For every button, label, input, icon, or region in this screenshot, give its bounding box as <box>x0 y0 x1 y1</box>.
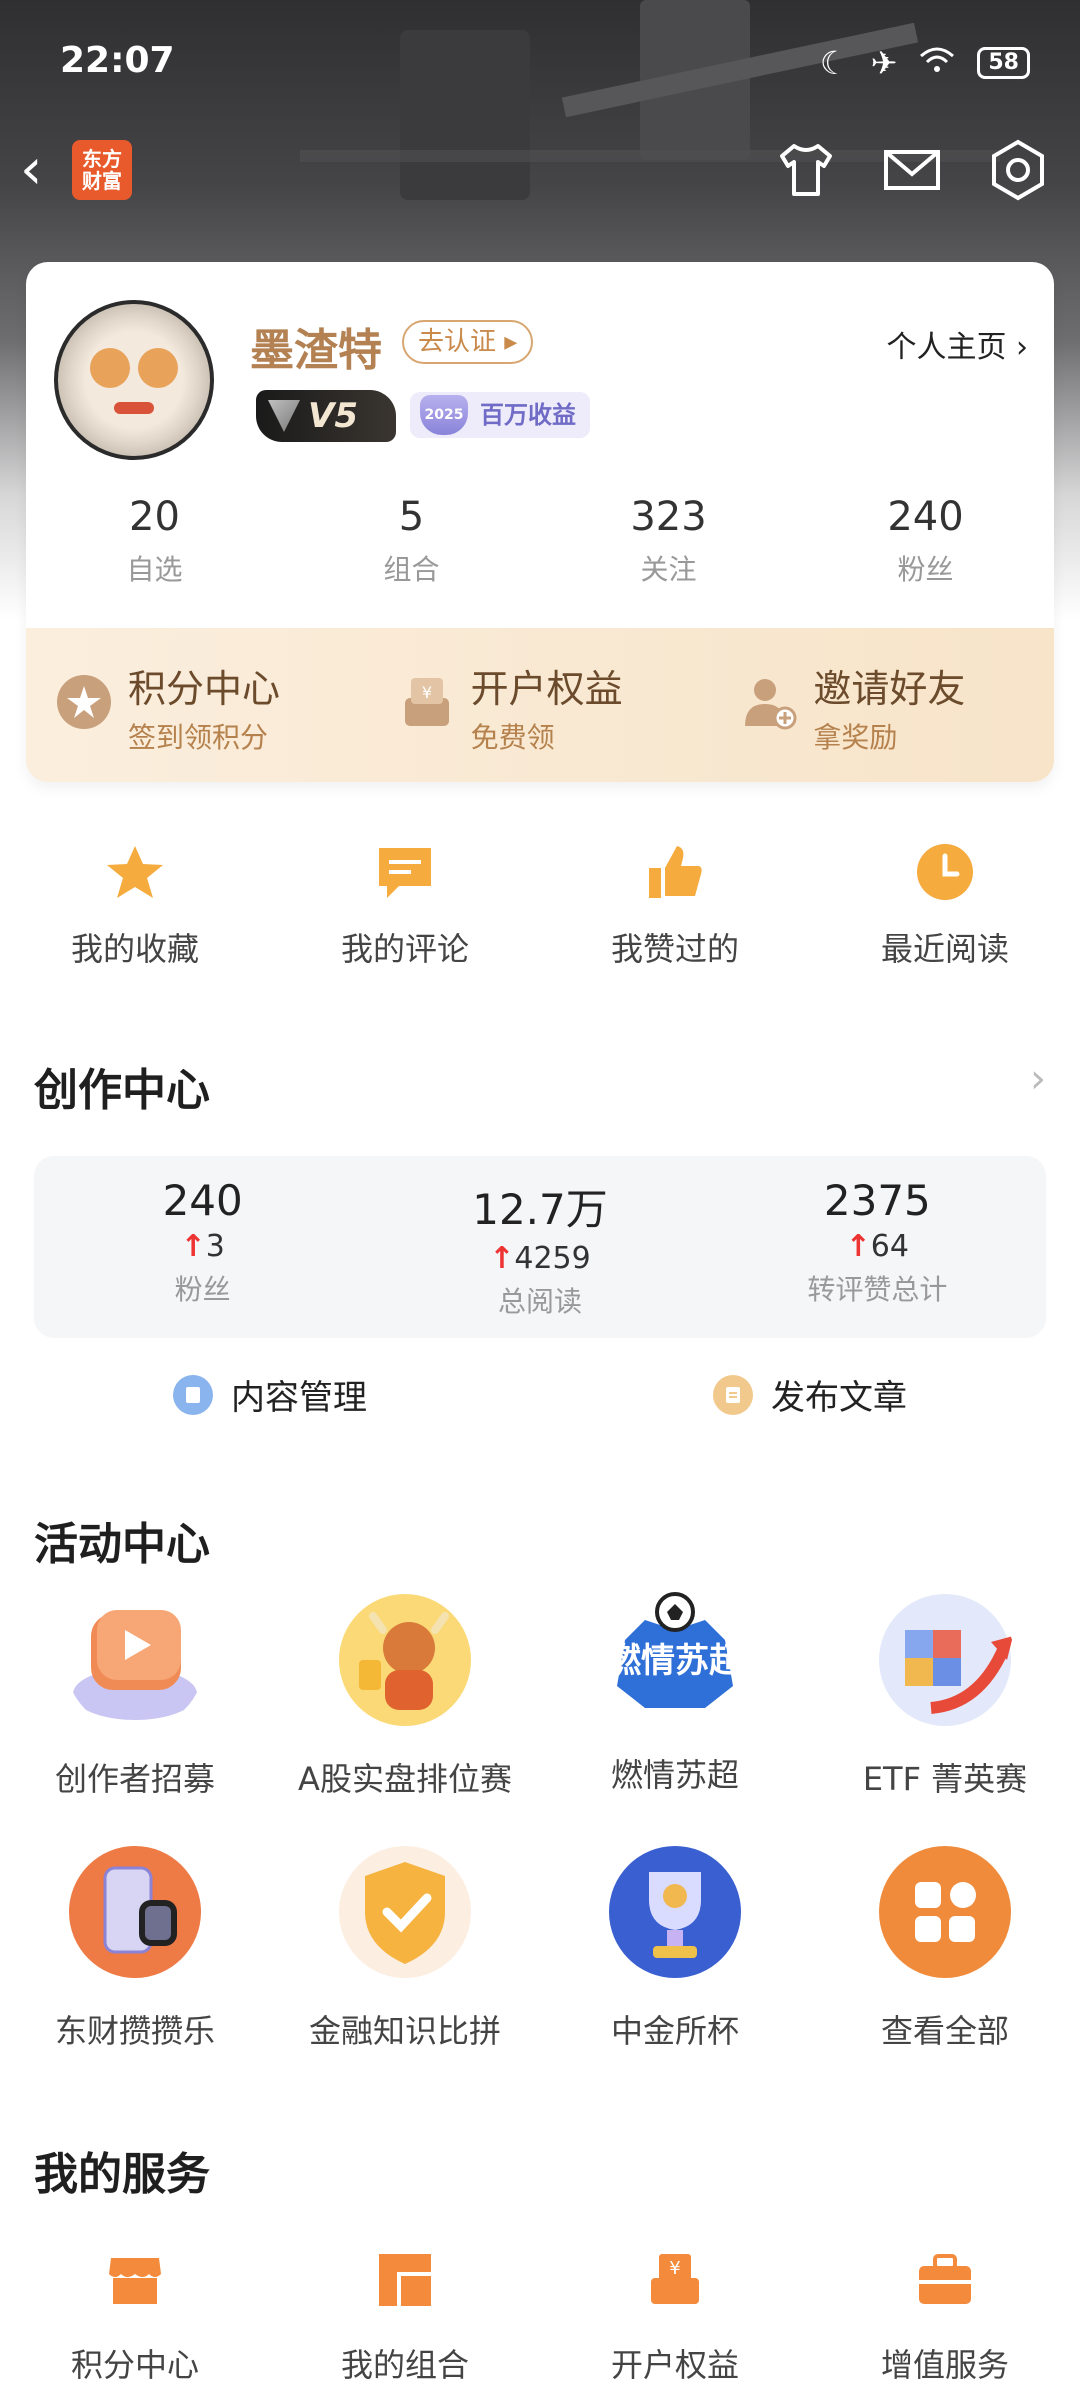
vip-badge[interactable]: V5 <box>256 390 396 442</box>
username: 墨渣特 <box>250 325 382 376</box>
creator-stat-fans[interactable]: 240 ↑3 粉丝 <box>34 1156 371 1338</box>
activity-etf-elite[interactable]: ETF 菁英赛 <box>810 1590 1080 1842</box>
svg-text:¥: ¥ <box>422 683 432 702</box>
settings-icon[interactable] <box>986 138 1050 202</box>
activity-cffex-cup[interactable]: 中金所杯 <box>540 1842 810 2094</box>
grid-icon <box>879 1846 1011 1978</box>
document-icon <box>713 1374 753 1415</box>
add-user-icon <box>745 679 797 730</box>
profile-stats: 20 自选 5 组合 323 关注 240 粉丝 <box>26 494 1054 588</box>
quick-link-comments[interactable]: 我的评论 <box>270 830 540 970</box>
arrow-up-icon: ↑ <box>180 1229 206 1264</box>
svg-text:¥: ¥ <box>669 2258 680 2279</box>
activity-dongcai-savings[interactable]: 东财攒攒乐 <box>0 1842 270 2094</box>
stat-fans[interactable]: 240 粉丝 <box>797 494 1054 588</box>
service-my-portfolio[interactable]: 我的组合 <box>270 2250 540 2386</box>
service-points-center[interactable]: 积分中心 <box>0 2250 270 2386</box>
my-services-title: 我的服务 <box>34 2149 210 2200</box>
vip-icon <box>268 400 300 432</box>
app-logo: 东方 财富 <box>72 140 132 200</box>
creator-center-title: 创作中心 <box>34 1065 210 1116</box>
quick-link-recent-reading[interactable]: 最近阅读 <box>810 830 1080 970</box>
personal-homepage-link[interactable]: 个人主页 › <box>886 322 1028 366</box>
tshirt-icon[interactable] <box>774 138 838 202</box>
portfolio-icon <box>379 2254 431 2306</box>
mail-icon[interactable] <box>880 138 944 202</box>
activity-center-title: 活动中心 <box>34 1519 210 1570</box>
perk-points-center[interactable]: 积分中心 签到领积分 <box>26 628 369 782</box>
perk-account-benefits[interactable]: ¥ 开户权益 免费领 <box>369 628 712 782</box>
bull-mascot-icon <box>339 1594 471 1726</box>
status-bar: 22:07 ☾ ✈ 58 <box>0 0 1080 130</box>
verify-button[interactable]: 去认证 ▸ <box>402 320 534 364</box>
content-management-button[interactable]: 内容管理 <box>0 1370 540 1419</box>
service-account-benefits[interactable]: ¥ 开户权益 <box>540 2250 810 2386</box>
trophy-icon <box>609 1846 741 1978</box>
profile-card: 墨渣特 去认证 ▸ V5 2025 百万收益 个人主页 › 20 自选 5 组合 3… <box>26 262 1054 782</box>
creator-stats: 240 ↑3 粉丝 12.7万 ↑4259 总阅读 2375 ↑64 转评赞总计 <box>34 1156 1046 1338</box>
top-navigation: ‹ 东方 财富 <box>0 130 1080 210</box>
arrow-up-icon: ↑ <box>845 1229 871 1264</box>
stat-following[interactable]: 323 关注 <box>540 494 797 588</box>
avatar[interactable] <box>54 300 214 460</box>
activity-view-all[interactable]: 查看全部 <box>810 1842 1080 2094</box>
activity-a-share-ranking[interactable]: A股实盘排位赛 <box>270 1590 540 1842</box>
back-icon[interactable]: ‹ <box>20 140 70 200</box>
moon-icon: ☾ <box>819 44 849 82</box>
thumb-up-icon <box>649 846 702 898</box>
star-icon <box>107 846 163 898</box>
check-shield-icon <box>339 1846 471 1978</box>
clock-icon <box>917 844 973 900</box>
comment-icon <box>379 848 431 898</box>
briefcase-icon <box>919 2254 971 2304</box>
services-row: 积分中心 我的组合 ¥ 开户权益 增值服务 <box>0 2250 1080 2386</box>
star-coin-icon <box>57 675 111 729</box>
perks-bar: 积分中心 签到领积分 ¥ 开户权益 免费领 邀请好友 拿奖励 <box>26 628 1054 782</box>
activity-su-super[interactable]: 燃情苏超 燃情苏超 <box>540 1590 810 1842</box>
activity-grid: 创作者招募 A股实盘排位赛 燃情苏超 燃情苏超 ETF 菁英赛 东财攒攒乐 金融… <box>0 1590 1080 2094</box>
quick-link-favorites[interactable]: 我的收藏 <box>0 830 270 970</box>
quick-links: 我的收藏 我的评论 我赞过的 最近阅读 <box>0 830 1080 970</box>
arrow-up-icon: ↑ <box>489 1241 515 1276</box>
play-cube-icon <box>73 1610 197 1720</box>
creator-actions: 内容管理 发布文章 <box>0 1370 1080 1419</box>
gadgets-icon <box>69 1846 201 1978</box>
soccer-badge-icon: 燃情苏超 <box>605 1590 745 1730</box>
service-value-added[interactable]: 增值服务 <box>810 2250 1080 2386</box>
stat-watchlist[interactable]: 20 自选 <box>26 494 283 588</box>
stat-portfolio[interactable]: 5 组合 <box>283 494 540 588</box>
wifi-icon <box>919 44 955 82</box>
achievement-badge[interactable]: 2025 百万收益 <box>410 392 590 438</box>
cube-arrow-icon <box>879 1594 1013 1726</box>
shield-icon: 2025 <box>420 395 468 435</box>
airplane-icon: ✈ <box>870 44 898 82</box>
perk-invite-friends[interactable]: 邀请好友 拿奖励 <box>711 628 1054 782</box>
creator-stat-reads[interactable]: 12.7万 ↑4259 总阅读 <box>371 1156 708 1338</box>
quick-link-liked[interactable]: 我赞过的 <box>540 830 810 970</box>
shop-icon <box>109 2258 161 2304</box>
yuan-box-icon: ¥ <box>651 2254 699 2304</box>
chevron-right-icon[interactable]: › <box>1030 1056 1046 1102</box>
battery-icon: 58 <box>977 47 1030 79</box>
publish-article-button[interactable]: 发布文章 <box>540 1370 1080 1419</box>
creator-stat-interactions[interactable]: 2375 ↑64 转评赞总计 <box>709 1156 1046 1338</box>
status-time: 22:07 <box>60 40 175 81</box>
activity-finance-quiz[interactable]: 金融知识比拼 <box>270 1842 540 2094</box>
activity-creator-recruit[interactable]: 创作者招募 <box>0 1590 270 1842</box>
yuan-box-icon: ¥ <box>404 678 449 726</box>
book-icon <box>173 1374 213 1415</box>
